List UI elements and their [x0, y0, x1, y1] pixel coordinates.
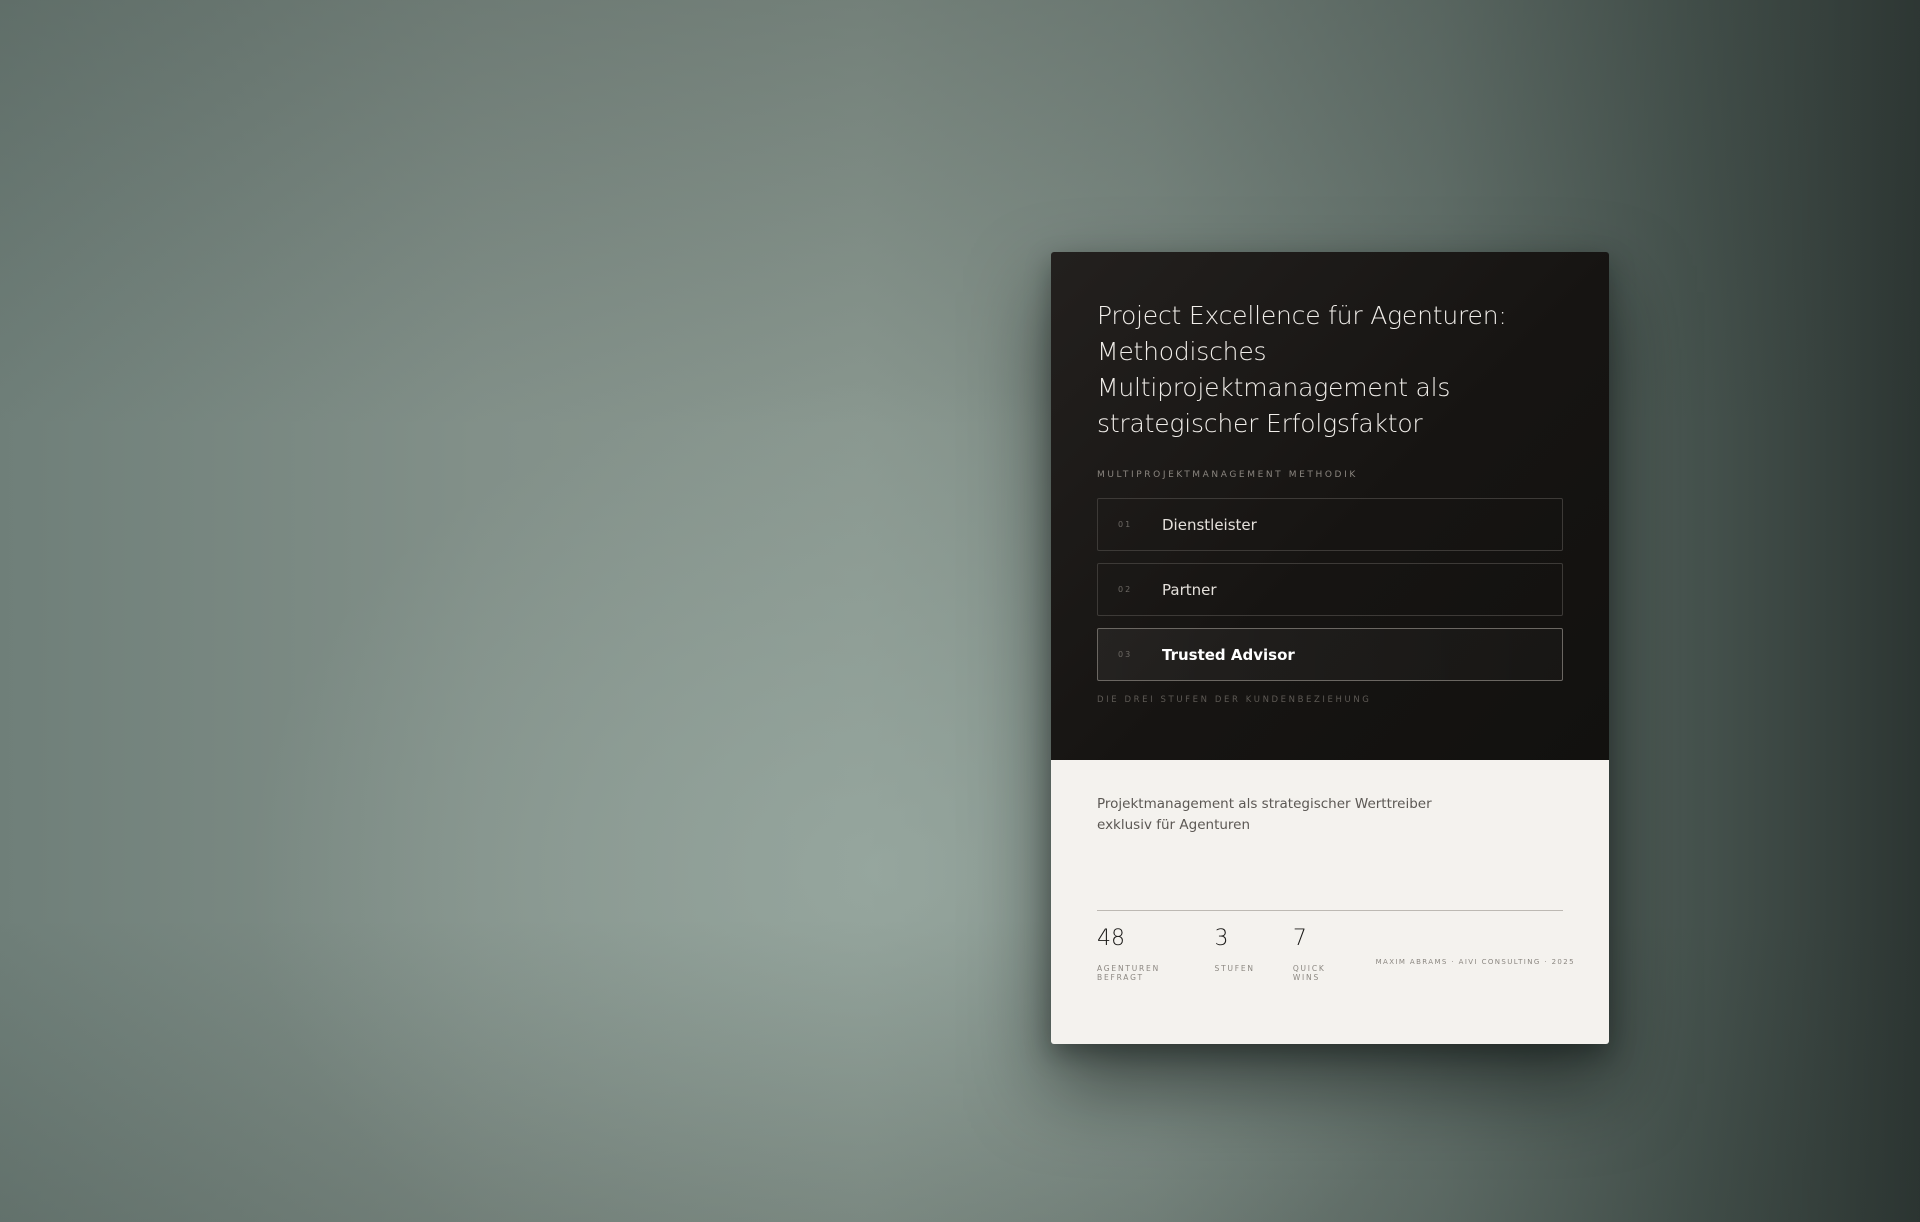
section-label: Multiprojektmanagement Methodik	[1097, 470, 1358, 480]
stats-row: 48 Agenturen befragt 3 Stufen 7 Quick Wi…	[1097, 926, 1575, 982]
stage-item-partner[interactable]: 02 Partner	[1097, 563, 1563, 616]
cover-dark-section: Project Excellence für Agenturen: Method…	[1051, 252, 1609, 760]
stage-label: Trusted Advisor	[1162, 645, 1295, 664]
stat-stufen: 3 Stufen	[1215, 926, 1255, 973]
stat-value: 48	[1097, 926, 1125, 951]
stat-value: 3	[1214, 926, 1229, 951]
stat-agenturen: 48 Agenturen befragt	[1097, 926, 1177, 982]
cover-subtitle: Projektmanagement als strategischer Wert…	[1097, 796, 1432, 833]
stage-label: Dienstleister	[1162, 515, 1257, 534]
cover-title: Project Excellence für Agenturen: Method…	[1097, 301, 1507, 438]
stage-item-dienstleister[interactable]: 01 Dienstleister	[1097, 498, 1563, 551]
stage-item-trusted-advisor[interactable]: 03 Trusted Advisor	[1097, 628, 1563, 681]
report-cover-card[interactable]: Project Excellence für Agenturen: Method…	[1051, 252, 1609, 1044]
stage-number: 01	[1118, 520, 1133, 529]
author-credit: Maxim Abrams · AIVI Consulting · 2025	[1375, 958, 1575, 966]
cover-light-section: Projektmanagement als strategischer Wert…	[1051, 760, 1609, 1044]
background-vignette	[0, 0, 1920, 1222]
stat-value: 7	[1292, 926, 1307, 951]
stage-number: 02	[1118, 585, 1133, 594]
stage-number: 03	[1118, 650, 1133, 659]
stat-label: Quick Wins	[1292, 964, 1326, 982]
stat-label: Agenturen befragt	[1097, 964, 1160, 982]
divider	[1097, 910, 1563, 911]
stat-label: Stufen	[1214, 964, 1255, 973]
stages-caption: Die drei Stufen der Kundenbeziehung	[1097, 695, 1372, 705]
stat-quick-wins: 7 Quick Wins	[1293, 926, 1338, 982]
stage-label: Partner	[1162, 580, 1217, 599]
stage-list: 01 Dienstleister 02 Partner 03 Trusted A…	[1097, 498, 1563, 681]
